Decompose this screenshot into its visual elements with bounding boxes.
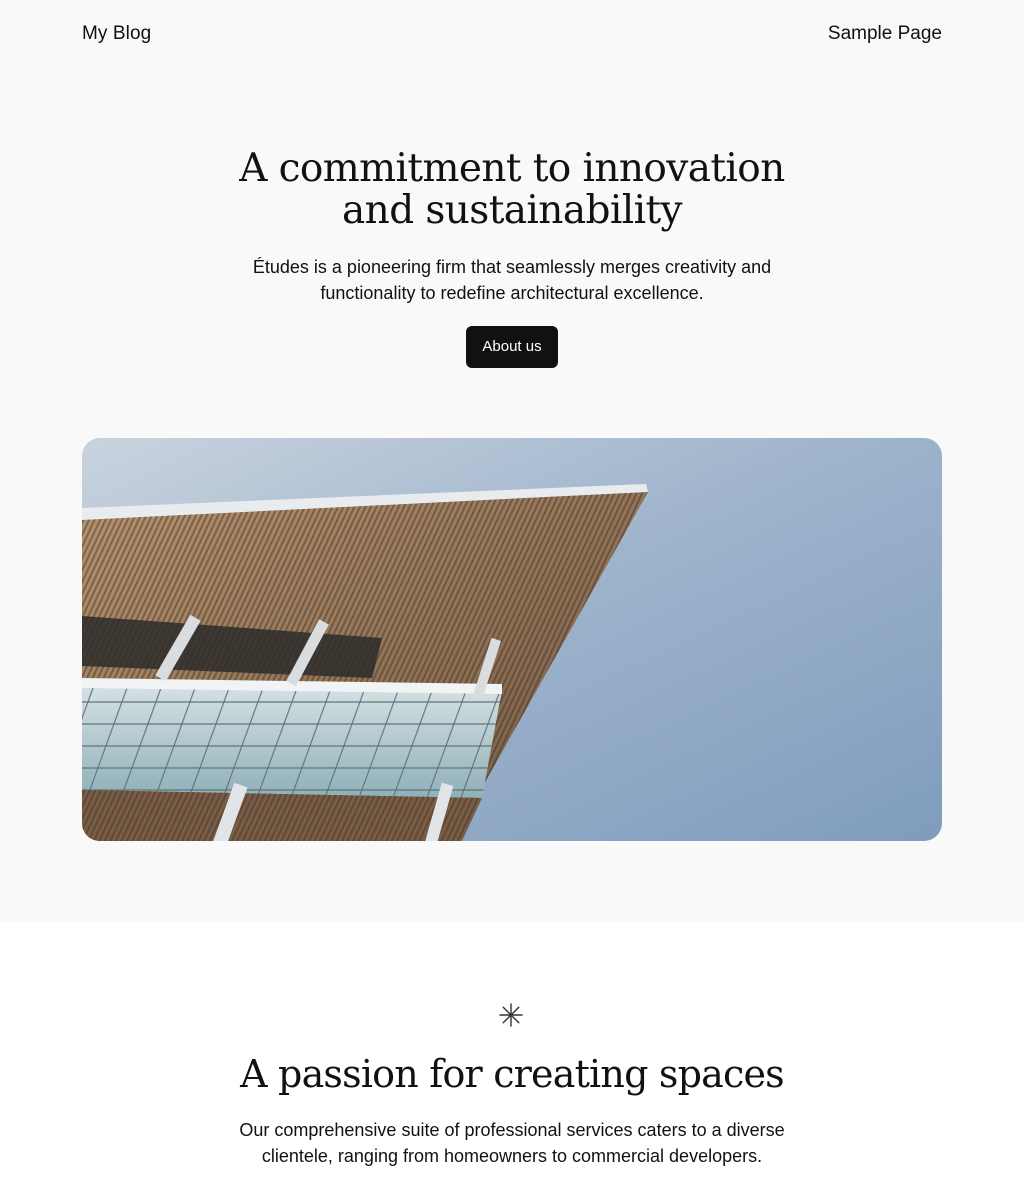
section-heading: A passion for creating spaces [240,1052,785,1096]
hero-description: Études is a pioneering firm that seamles… [252,257,772,303]
about-us-button[interactable]: About us [466,326,558,368]
hero-image [82,438,942,841]
section-description: Our comprehensive suite of professional … [239,1120,785,1166]
main-navigation: Sample Page [828,23,942,45]
hero-content: A commitment to innovation and sustainab… [0,148,1024,368]
site-title-link[interactable]: My Blog [82,23,151,45]
hero-heading: A commitment to innovation and sustainab… [239,146,785,233]
nav-link-sample-page[interactable]: Sample Page [828,23,942,44]
building-photo [82,438,942,841]
site-header: My Blog Sample Page [82,20,942,48]
asterisk-icon [499,1003,523,1027]
